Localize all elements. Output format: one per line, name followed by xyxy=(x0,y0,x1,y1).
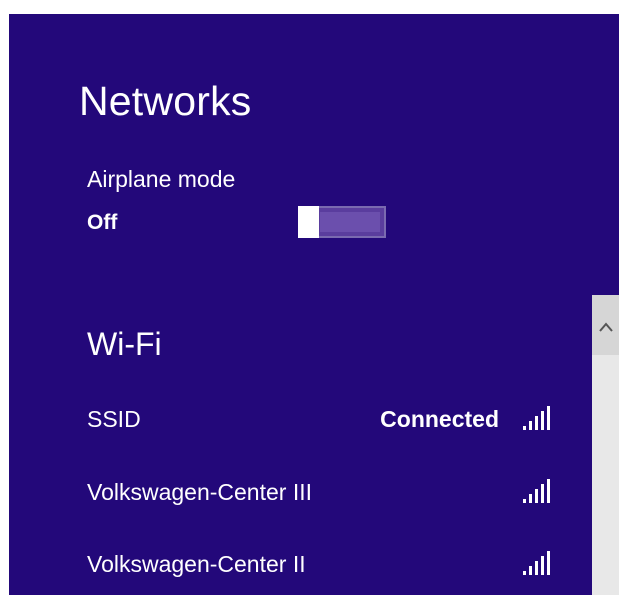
airplane-mode-state: Off xyxy=(87,211,118,234)
networks-panel: Networks Airplane mode Off Wi-Fi SSID Co… xyxy=(9,14,619,595)
network-item-volkswagen-center-iii[interactable]: Volkswagen-Center III xyxy=(87,473,567,513)
network-name: Volkswagen-Center II xyxy=(87,551,306,577)
wifi-signal-full-icon xyxy=(523,406,550,430)
network-name: SSID xyxy=(87,406,141,432)
network-status: Connected xyxy=(380,406,499,432)
airplane-mode-label: Airplane mode xyxy=(87,166,236,192)
toggle-track xyxy=(320,212,380,232)
wifi-section-heading: Wi-Fi xyxy=(87,326,162,362)
scroll-up-button[interactable] xyxy=(592,295,619,355)
network-item-ssid[interactable]: SSID Connected xyxy=(87,400,567,440)
chevron-up-icon xyxy=(599,322,613,332)
wifi-signal-full-icon xyxy=(523,479,550,503)
network-name: Volkswagen-Center III xyxy=(87,479,313,505)
airplane-mode-toggle[interactable] xyxy=(298,206,386,238)
wifi-signal-full-icon xyxy=(523,551,550,575)
network-item-volkswagen-center-ii[interactable]: Volkswagen-Center II xyxy=(87,545,567,585)
panel-title: Networks xyxy=(79,78,252,124)
scrollbar[interactable] xyxy=(592,295,619,595)
toggle-thumb[interactable] xyxy=(298,206,319,238)
